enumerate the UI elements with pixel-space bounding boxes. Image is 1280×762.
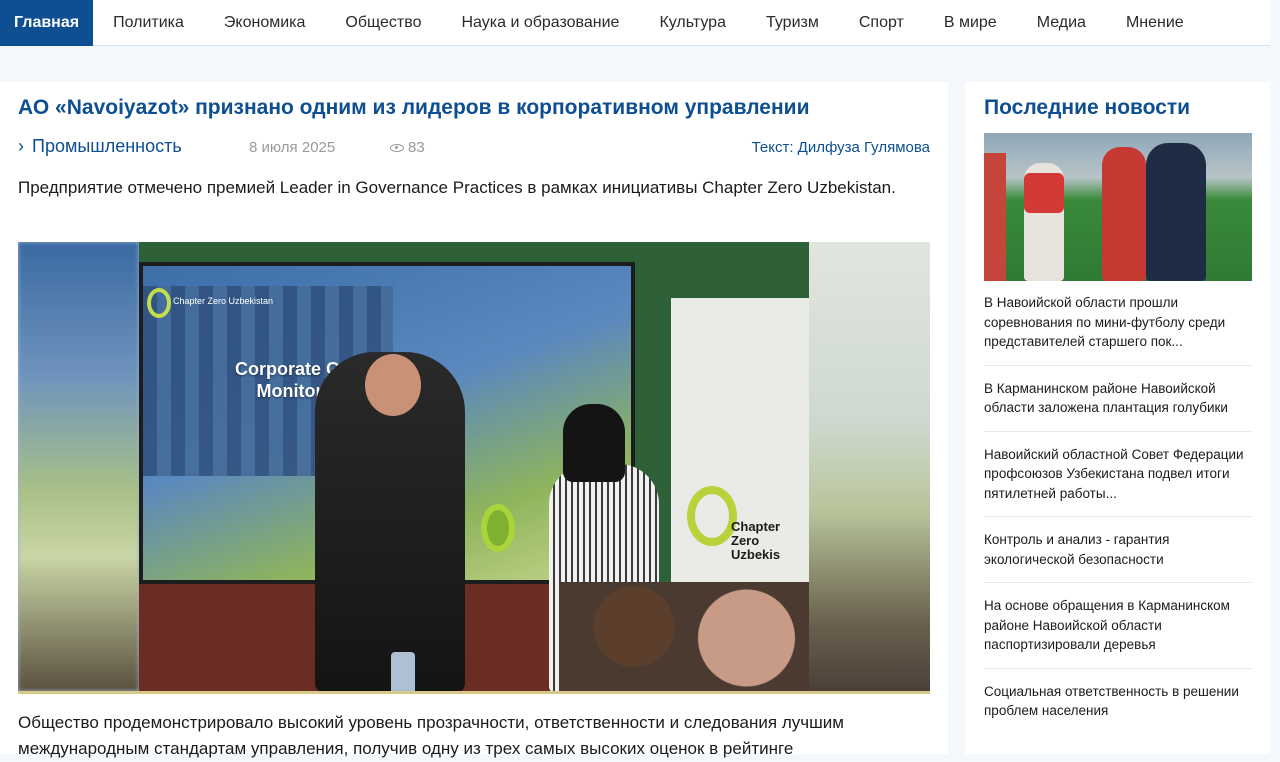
sidebar-title: Последние новости	[984, 96, 1191, 119]
news-item[interactable]: В Навоийской области прошли соревнования…	[984, 293, 1252, 366]
main-nav: Главная Политика Экономика Общество Наук…	[0, 0, 1270, 46]
nav-item-world[interactable]: В мире	[924, 0, 1017, 46]
eye-icon	[390, 143, 404, 152]
article-lead: Предприятие отмечено премией Leader in G…	[18, 178, 896, 197]
article-category-label: Промышленность	[32, 136, 182, 156]
article-photo: Chapter Zero Uzbekistan Corporate Govern…	[18, 242, 930, 694]
nav-item-media[interactable]: Медиа	[1017, 0, 1106, 46]
chapter-zero-logo-icon	[147, 288, 171, 318]
woman-hair	[563, 404, 625, 482]
photo-person	[984, 153, 1006, 281]
nav-item-opinion[interactable]: Мнение	[1106, 0, 1204, 46]
nav-item-economy[interactable]: Экономика	[204, 0, 326, 46]
article-body: Общество продемонстрировало высокий уров…	[18, 713, 844, 758]
latest-news-sidebar: Последние новости В Навоийской области п…	[965, 82, 1270, 754]
nav-item-science[interactable]: Наука и образование	[441, 0, 639, 46]
news-item[interactable]: Контроль и анализ - гарантия экологическ…	[984, 530, 1252, 583]
article-date: 8 июля 2025	[249, 139, 336, 156]
award-trophy	[481, 504, 515, 552]
article-category-link[interactable]: › Промышленность	[18, 136, 182, 157]
article-author-link[interactable]: Текст: Дилфуза Гулямова	[752, 139, 930, 156]
photo-blur-right	[809, 242, 930, 691]
photo-blur-left	[18, 242, 139, 691]
banner-text-line2: Zero Uzbekis	[731, 533, 781, 562]
news-item[interactable]: Навоийский областной Совет Федерации про…	[984, 445, 1252, 517]
news-item[interactable]: В Карманинском районе Навоийской области…	[984, 379, 1252, 432]
news-item[interactable]: Социальная ответственность в решении про…	[984, 682, 1252, 734]
water-bottle	[391, 652, 415, 691]
latest-news-photo[interactable]	[984, 133, 1252, 281]
photo-person	[1146, 143, 1206, 281]
nav-item-sport[interactable]: Спорт	[839, 0, 924, 46]
article: АО «Navoiyazot» признано одним из лидеро…	[0, 82, 948, 758]
nav-item-home[interactable]: Главная	[0, 0, 94, 46]
latest-news-list: В Навоийской области прошли соревнования…	[984, 293, 1252, 747]
banner-text-line1: Chapter	[731, 519, 781, 534]
article-title: АО «Navoiyazot» признано одним из лидеро…	[18, 96, 810, 119]
screen-logo-text: Chapter Zero Uzbekistan	[173, 296, 274, 306]
nav-item-politics[interactable]: Политика	[93, 0, 204, 46]
chevron-right-icon: ›	[18, 136, 24, 156]
photo-main: Chapter Zero Uzbekistan Corporate Govern…	[139, 242, 809, 691]
article-views: 83	[390, 139, 425, 156]
nav-item-tourism[interactable]: Туризм	[746, 0, 839, 46]
news-item[interactable]: На основе обращения в Карманинском район…	[984, 596, 1252, 669]
man-head	[365, 354, 421, 416]
nav-item-culture[interactable]: Культура	[639, 0, 746, 46]
nav-item-society[interactable]: Общество	[325, 0, 441, 46]
photo-person	[1102, 147, 1146, 281]
article-meta: › Промышленность 8 июля 2025 83 Текст: Д…	[18, 134, 930, 158]
chapter-zero-banner-logo-icon	[687, 486, 737, 546]
audience	[559, 582, 809, 691]
photo-person-shirt	[1024, 173, 1064, 213]
article-views-count: 83	[408, 139, 425, 156]
banner-text: Chapter Zero Uzbekis	[731, 520, 809, 562]
